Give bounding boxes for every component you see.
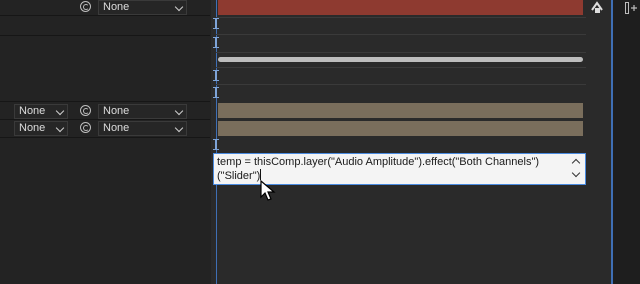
track-divider bbox=[216, 84, 586, 85]
parent-mode-dropdown[interactable]: None bbox=[14, 104, 68, 119]
chevron-down-icon bbox=[55, 106, 65, 116]
parent-dropdown-value: None bbox=[103, 1, 130, 13]
pickwhip-icon[interactable] bbox=[80, 105, 91, 116]
track-divider bbox=[216, 34, 586, 35]
track-divider bbox=[216, 52, 586, 53]
keyframe-marker-icon bbox=[213, 37, 219, 48]
pickwhip-icon[interactable] bbox=[80, 1, 91, 12]
layer-bar-tan[interactable] bbox=[218, 103, 583, 118]
scroll-up-icon[interactable] bbox=[571, 158, 581, 168]
keyframe-marker-icon bbox=[213, 87, 219, 98]
keyframe-marker-icon bbox=[213, 70, 219, 81]
chevron-down-icon bbox=[174, 123, 184, 133]
parent-dropdown-value: None bbox=[103, 105, 130, 117]
panel-menu-icon[interactable] bbox=[625, 2, 638, 14]
track-divider bbox=[216, 17, 586, 18]
keyframe-marker-icon bbox=[213, 139, 219, 150]
layer-bar-tan[interactable] bbox=[218, 121, 583, 136]
keyframe-marker-icon bbox=[213, 18, 219, 29]
chevron-down-icon bbox=[174, 106, 184, 116]
timeline-panel[interactable] bbox=[211, 0, 611, 284]
layer-bar-red[interactable] bbox=[218, 0, 583, 15]
parent-mode-value: None bbox=[19, 122, 46, 134]
track-divider bbox=[216, 67, 586, 68]
chevron-down-icon bbox=[55, 123, 65, 133]
row-divider bbox=[0, 15, 210, 16]
parent-dropdown[interactable]: None bbox=[98, 0, 187, 15]
layer-panel: None None None None None bbox=[0, 0, 210, 284]
graph-editor-icon[interactable] bbox=[590, 0, 606, 14]
parent-mode-value: None bbox=[19, 105, 46, 117]
row-divider bbox=[0, 137, 210, 138]
mouse-pointer-icon bbox=[260, 180, 276, 201]
parent-dropdown[interactable]: None bbox=[98, 121, 187, 136]
row-divider bbox=[0, 119, 210, 120]
chevron-down-icon bbox=[174, 2, 184, 12]
row-divider bbox=[0, 101, 210, 102]
parent-dropdown[interactable]: None bbox=[98, 104, 187, 119]
pickwhip-icon[interactable] bbox=[80, 122, 91, 133]
parent-mode-dropdown[interactable]: None bbox=[14, 121, 68, 136]
text-caret bbox=[260, 169, 262, 180]
expression-text: temp = thisComp.layer("Audio Amplitude")… bbox=[217, 156, 540, 182]
scroll-down-icon[interactable] bbox=[571, 168, 581, 178]
row-divider bbox=[0, 35, 210, 36]
right-panel-strip bbox=[611, 0, 640, 284]
layer-bar-light[interactable] bbox=[218, 57, 583, 62]
parent-dropdown-value: None bbox=[103, 122, 130, 134]
